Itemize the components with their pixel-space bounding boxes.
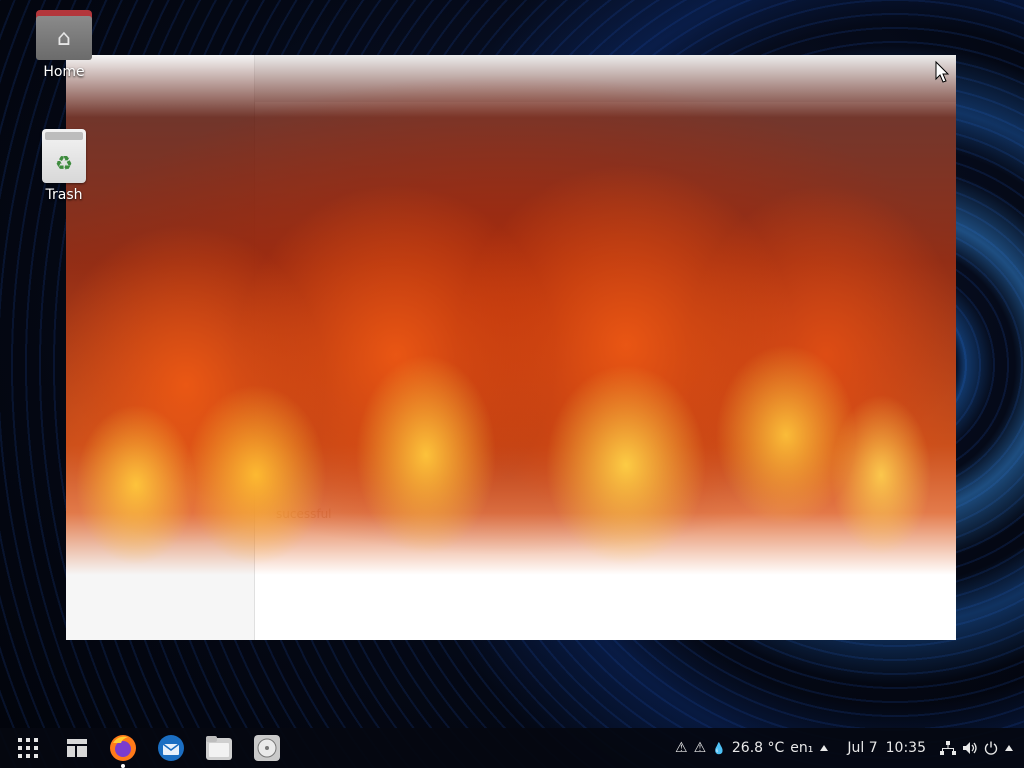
- desktop-icon-home[interactable]: ⌂ Home: [24, 10, 104, 80]
- volume-icon[interactable]: [962, 741, 978, 755]
- disks-icon: [254, 735, 280, 761]
- app-window[interactable]: sucessful: [66, 55, 956, 640]
- desktop-icon-label: Trash: [45, 187, 83, 203]
- home-folder-icon: ⌂: [36, 10, 92, 60]
- weather-drops-icon: 💧: [712, 741, 726, 755]
- network-icon[interactable]: [940, 741, 956, 755]
- firefox-launcher[interactable]: [107, 732, 139, 768]
- thunderbird-icon: [158, 735, 184, 761]
- desktop-icon-label: Home: [43, 64, 85, 80]
- files-icon: [206, 736, 232, 760]
- grid-icon: [18, 738, 38, 758]
- tray-menu-arrow-icon[interactable]: [1004, 744, 1014, 752]
- warning-icon[interactable]: ⚠: [675, 740, 688, 756]
- show-apps-button[interactable]: [12, 732, 44, 764]
- thunderbird-launcher[interactable]: [155, 732, 187, 764]
- fire-effect-overlay: [66, 55, 956, 575]
- clock-time[interactable]: 10:35: [886, 740, 926, 756]
- taskbar: ⚠ ⚠ 💧 26.8 °C en₁ Jul 7 10:35: [0, 728, 1024, 768]
- disks-launcher[interactable]: [251, 732, 283, 764]
- windows-icon: [67, 739, 87, 757]
- windows-overview-button[interactable]: [61, 732, 93, 764]
- desktop-icon-trash[interactable]: ♻ Trash: [24, 129, 104, 203]
- clock-date[interactable]: Jul 7: [847, 740, 877, 756]
- active-indicator: [121, 764, 125, 768]
- keyboard-layout-indicator[interactable]: en₁: [790, 740, 813, 756]
- trash-icon: ♻: [42, 129, 86, 183]
- system-tray: ⚠ ⚠ 💧 26.8 °C en₁ Jul 7 10:35: [675, 728, 1024, 768]
- firefox-icon: [110, 735, 136, 761]
- warning-icon[interactable]: ⚠: [694, 740, 707, 756]
- tray-expand-arrow-icon[interactable]: [819, 744, 829, 752]
- power-icon[interactable]: [984, 741, 998, 755]
- mouse-pointer-icon: [934, 60, 950, 88]
- files-launcher[interactable]: [203, 732, 235, 764]
- temperature-readout[interactable]: 26.8 °C: [732, 740, 784, 756]
